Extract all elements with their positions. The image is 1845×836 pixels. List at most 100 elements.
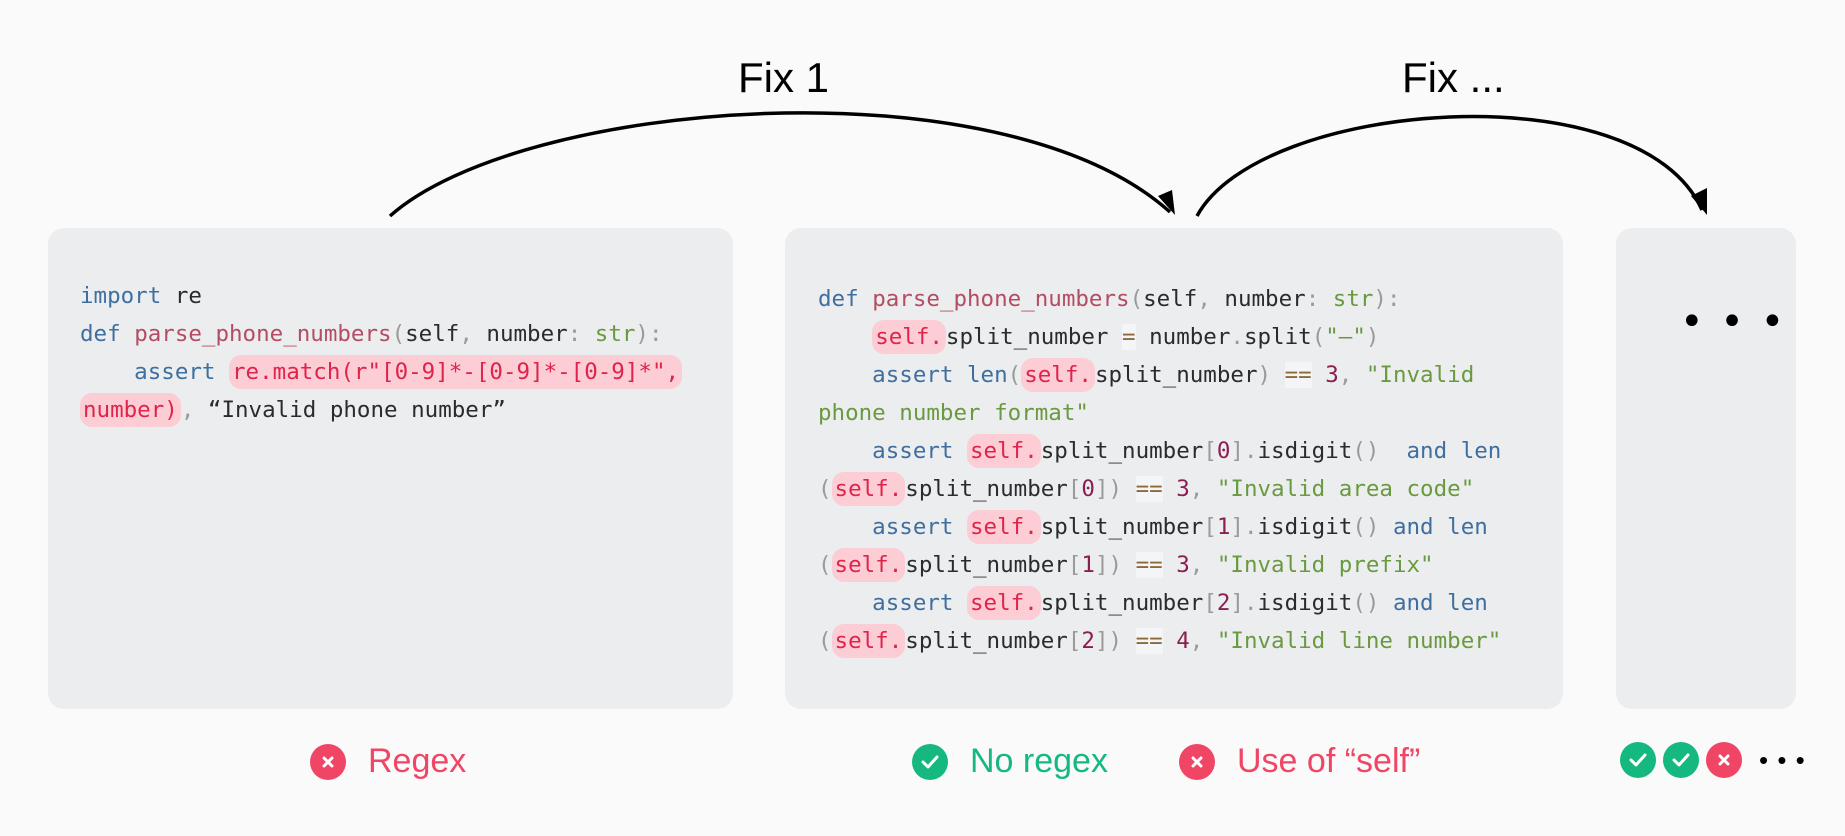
highlighted-token: self. — [831, 472, 906, 506]
code-token: [ — [1203, 514, 1217, 540]
code-token: len — [1460, 438, 1502, 464]
code-token: 3 — [1325, 362, 1339, 388]
code-token: and — [1392, 590, 1448, 616]
highlighted-token: self. — [872, 320, 946, 354]
code-token: split_number — [1040, 590, 1204, 616]
code-token: parse_phone_numbers — [134, 321, 392, 347]
code-token: split_number — [905, 476, 1068, 502]
code-token: [ — [1067, 552, 1082, 578]
code-token: == — [1135, 552, 1163, 578]
code-token: and — [1406, 438, 1461, 464]
code-token: [ — [1067, 628, 1082, 654]
code-token: ( — [818, 628, 832, 654]
code-token: ] — [1230, 514, 1244, 540]
code-token: 1 — [1081, 552, 1095, 578]
code-token: assert — [818, 590, 968, 616]
highlighted-token: self. — [831, 548, 906, 582]
fix2-arrow — [1195, 114, 1704, 217]
highlighted-token: self. — [967, 510, 1041, 544]
code-token: == — [1284, 362, 1312, 388]
code-token: split_number — [1094, 362, 1258, 388]
code-token: ( — [1311, 324, 1326, 350]
code-token: “Invalid phone number” — [207, 397, 506, 423]
code-token: 3 — [1176, 552, 1190, 578]
highlighted-token: re.match(r"[0-9]*-[0-9]*-[0-9]*", — [229, 355, 683, 389]
code-token: assert — [818, 438, 968, 464]
code-token: split_number — [945, 324, 1123, 350]
code-line: import re — [80, 277, 682, 315]
code-token: : — [567, 321, 595, 347]
fail-icon — [310, 743, 346, 780]
code-token: self — [1143, 286, 1198, 312]
code-token: ) — [1365, 324, 1380, 350]
code-token: ] — [1230, 438, 1244, 464]
status-label: Regex — [368, 742, 467, 780]
highlighted-token: self. — [1021, 358, 1095, 392]
code-line: number), “Invalid phone number” — [80, 391, 682, 429]
code-token: 3 — [1176, 476, 1190, 502]
code-token: . — [1243, 438, 1258, 464]
fail-icon — [1706, 742, 1742, 778]
code-token: ): — [635, 321, 663, 347]
code-token: () — [1352, 438, 1407, 464]
code-token: 2 — [1081, 628, 1095, 654]
code-token: "Invalid line number" — [1216, 628, 1502, 654]
code-token: re — [161, 283, 202, 309]
code-token: ] — [1230, 590, 1244, 616]
status-use-of-self: Use of “self” — [1179, 742, 1420, 781]
code-token: ]) — [1094, 628, 1136, 654]
code-token: = — [1122, 324, 1136, 350]
check-icon — [912, 743, 948, 780]
more-ellipsis: • • • — [1680, 299, 1787, 345]
code-token: , — [1338, 362, 1366, 388]
code-token: def — [818, 286, 873, 312]
check-icon — [1620, 742, 1656, 778]
code-token: . — [1243, 514, 1258, 540]
code-block-fix1: def parse_phone_numbers(self, number: st… — [818, 280, 1501, 660]
code-token: ( — [1129, 286, 1144, 312]
code-token: isdigit — [1257, 438, 1353, 464]
status-regex: Regex — [310, 742, 466, 781]
code-line: (self. split_number[2]) == 4, "Invalid li… — [818, 622, 1501, 660]
code-token: ( — [1007, 362, 1022, 388]
code-token: , — [1189, 476, 1217, 502]
code-token: 2 — [1216, 590, 1231, 616]
code-token: split_number — [905, 552, 1068, 578]
code-line: (self. split_number[1]) == 3, "Invalid pr… — [818, 546, 1501, 584]
code-token: self — [405, 321, 460, 347]
status-label: No regex — [970, 742, 1108, 780]
code-token: [ — [1067, 476, 1082, 502]
code-token: assert — [818, 514, 968, 540]
code-token: 4 — [1176, 628, 1190, 654]
code-line: assert self. split_number[0].isdigit() an… — [818, 432, 1501, 470]
code-token: ( — [391, 321, 406, 347]
code-token: , — [180, 397, 208, 423]
code-token: == — [1135, 476, 1163, 502]
code-block-original: import re def parse_phone_numbers(self, n… — [80, 277, 683, 429]
code-token: . — [1243, 590, 1258, 616]
code-token: [ — [1203, 590, 1217, 616]
status-label: Use of “self” — [1237, 742, 1421, 780]
code-line: assert self. split_number[1].isdigit() an… — [818, 508, 1501, 546]
code-token: , — [1197, 286, 1225, 312]
code-token: , — [459, 321, 487, 347]
status-no-regex: No regex — [912, 742, 1108, 781]
code-line: assert self. split_number[2].isdigit() an… — [818, 584, 1501, 622]
code-token: assert — [80, 359, 230, 385]
code-token: isdigit — [1257, 514, 1353, 540]
code-token: "–" — [1325, 324, 1366, 350]
code-token: number — [1135, 324, 1231, 350]
code-token: () — [1352, 590, 1393, 616]
code-token: == — [1135, 628, 1163, 654]
highlighted-token: self. — [831, 624, 906, 658]
code-token: () — [1352, 514, 1393, 540]
code-token: len — [1447, 590, 1488, 616]
more-ellipsis: • • • — [1759, 744, 1806, 775]
code-token: : — [1305, 286, 1333, 312]
code-token: 1 — [1216, 514, 1231, 540]
fix1-label: Fix 1 — [738, 54, 830, 101]
code-token: number — [486, 321, 568, 347]
